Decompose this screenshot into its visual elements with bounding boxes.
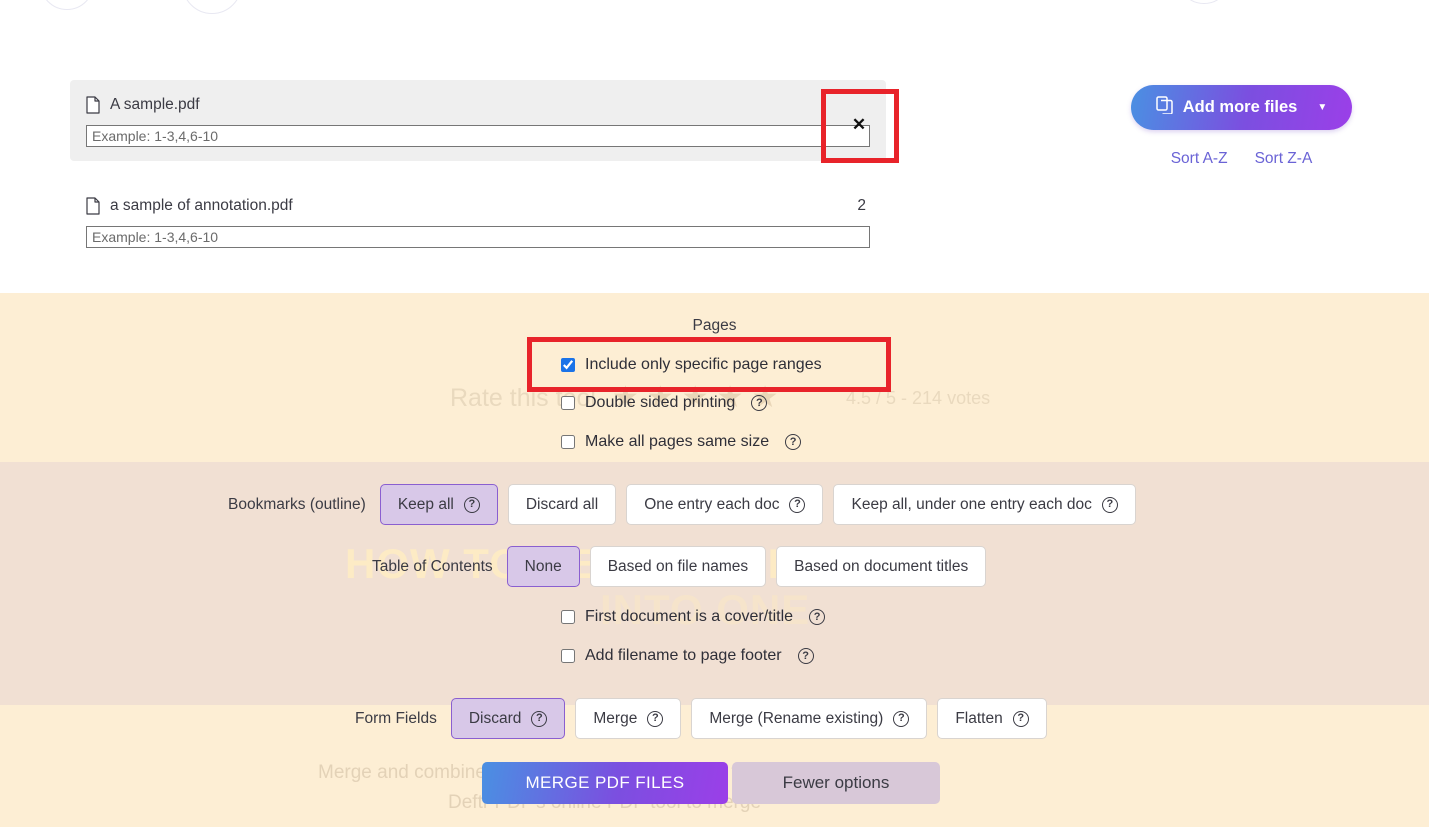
option-label: None	[524, 557, 562, 575]
help-icon[interactable]: ?	[809, 609, 826, 625]
bookmarks-option-keep-all-under-one-entry[interactable]: Keep all, under one entry each doc ?	[833, 484, 1136, 525]
first-document-is-cover-checkbox[interactable]	[561, 610, 575, 624]
option-label: Flatten	[955, 709, 1003, 727]
first-document-is-cover-row[interactable]: First document is a cover/title ?	[561, 608, 826, 626]
help-icon[interactable]: ?	[647, 710, 664, 727]
option-label: Merge (Rename existing)	[709, 709, 884, 727]
sort-links: Sort A-Z Sort Z-A	[1131, 150, 1352, 168]
help-icon[interactable]: ?	[1012, 710, 1029, 727]
file-name: A sample.pdf	[110, 96, 200, 113]
include-page-ranges-checkbox[interactable]	[561, 358, 575, 372]
form-fields-option-row: Form Fields Discard ? Merge ? Merge (Ren…	[355, 698, 1047, 739]
option-label: Based on file names	[607, 557, 749, 575]
double-sided-printing-row[interactable]: Double sided printing ?	[561, 394, 768, 412]
merge-pdf-files-button[interactable]: MERGE PDF FILES	[482, 762, 728, 804]
form-fields-option-flatten[interactable]: Flatten ?	[937, 698, 1047, 739]
form-fields-option-merge[interactable]: Merge ?	[575, 698, 682, 739]
bookmarks-option-row: Bookmarks (outline) Keep all ? Discard a…	[228, 484, 1136, 525]
remove-file-button[interactable]: ✕	[850, 116, 868, 134]
sort-z-a-link[interactable]: Sort Z-A	[1255, 150, 1313, 168]
file-list-item[interactable]: A sample.pdf ✕	[70, 80, 886, 161]
file-name: a sample of annotation.pdf	[110, 197, 293, 214]
file-header: A sample.pdf	[86, 94, 870, 116]
help-icon[interactable]: ?	[785, 434, 802, 450]
form-fields-label: Form Fields	[355, 709, 437, 727]
bookmarks-option-one-entry-each-doc[interactable]: One entry each doc ?	[626, 484, 824, 525]
make-pages-same-size-row[interactable]: Make all pages same size ?	[561, 433, 802, 451]
option-label: Merge	[593, 709, 638, 727]
help-icon[interactable]: ?	[1101, 496, 1118, 513]
option-label: Discard	[468, 709, 522, 727]
option-label: Keep all	[397, 495, 454, 513]
bookmarks-option-discard-all[interactable]: Discard all	[507, 484, 617, 525]
bookmarks-label: Bookmarks (outline)	[228, 495, 366, 513]
first-document-is-cover-label: First document is a cover/title	[585, 608, 794, 625]
add-filename-to-footer-label: Add filename to page footer	[585, 647, 782, 664]
make-pages-same-size-label: Make all pages same size	[585, 433, 770, 450]
page-range-input[interactable]	[86, 125, 870, 147]
document-icon	[86, 197, 100, 215]
add-more-files-button[interactable]: Add more files ▼	[1131, 85, 1352, 130]
add-more-files-label: Add more files	[1182, 98, 1298, 116]
bookmarks-option-keep-all[interactable]: Keep all ?	[379, 484, 498, 525]
pages-section-label: Pages	[692, 317, 737, 334]
document-icon	[86, 96, 100, 114]
sort-a-z-link[interactable]: Sort A-Z	[1171, 150, 1228, 168]
include-page-ranges-label: Include only specific page ranges	[585, 356, 822, 373]
chevron-down-icon: ▼	[1317, 101, 1328, 113]
help-icon[interactable]: ?	[463, 496, 480, 513]
double-sided-printing-label: Double sided printing	[585, 394, 736, 411]
fewer-options-button[interactable]: Fewer options	[732, 762, 940, 804]
double-sided-printing-checkbox[interactable]	[561, 396, 575, 410]
page-range-input[interactable]	[86, 226, 870, 248]
table-of-contents-option-row: Table of Contents None Based on file nam…	[372, 546, 987, 587]
help-icon[interactable]: ?	[797, 648, 814, 664]
toc-option-based-on-document-titles[interactable]: Based on document titles	[776, 546, 987, 587]
file-list-item[interactable]: a sample of annotation.pdf 2	[70, 181, 886, 262]
include-page-ranges-row[interactable]: Include only specific page ranges	[561, 356, 822, 374]
table-of-contents-label: Table of Contents	[372, 557, 493, 575]
help-icon[interactable]: ?	[893, 710, 910, 727]
make-pages-same-size-checkbox[interactable]	[561, 435, 575, 449]
toc-option-based-on-file-names[interactable]: Based on file names	[589, 546, 767, 587]
add-filename-to-footer-checkbox[interactable]	[561, 649, 575, 663]
option-label: Discard all	[525, 495, 599, 513]
form-fields-option-merge-rename-existing[interactable]: Merge (Rename existing) ?	[691, 698, 928, 739]
toc-option-none[interactable]: None	[506, 546, 580, 587]
help-icon[interactable]: ?	[789, 496, 806, 513]
option-label: Keep all, under one entry each doc	[851, 495, 1092, 513]
option-label: One entry each doc	[644, 495, 780, 513]
file-list: A sample.pdf ✕ a sample of annotation.pd…	[70, 80, 886, 262]
add-filename-to-footer-row[interactable]: Add filename to page footer ?	[561, 647, 814, 665]
help-icon[interactable]: ?	[531, 710, 548, 727]
file-header: a sample of annotation.pdf 2	[86, 195, 870, 217]
form-fields-option-discard[interactable]: Discard ?	[450, 698, 566, 739]
copy-files-icon	[1155, 96, 1174, 119]
file-page-count: 2	[857, 197, 866, 214]
option-label: Based on document titles	[794, 557, 969, 575]
help-icon[interactable]: ?	[751, 395, 768, 411]
